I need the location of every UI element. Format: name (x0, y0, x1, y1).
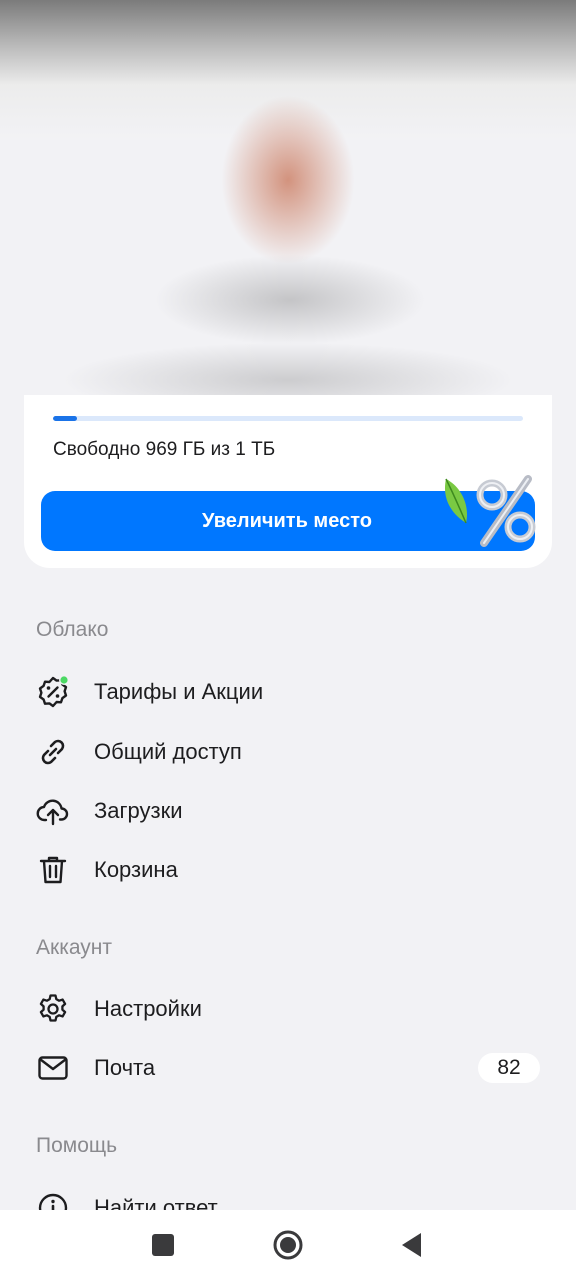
menu-label-tariffs: Тарифы и Акции (94, 679, 264, 704)
menu-item-tariffs[interactable]: Тарифы и Акции (0, 664, 576, 720)
upload-cloud-icon (36, 799, 69, 826)
gear-icon (39, 994, 67, 1022)
link-icon (41, 739, 65, 765)
storage-progress-fill (53, 416, 77, 421)
menu-item-shared-access[interactable]: Общий доступ (0, 724, 576, 780)
section-title-help: Помощь (36, 1134, 118, 1157)
percent-leaf-promo-icon (444, 475, 536, 547)
profile-header-blurred (0, 0, 576, 410)
storage-card: Свободно 969 ГБ из 1 ТБ Увеличить место (24, 395, 552, 568)
menu-label-trash: Корзина (94, 857, 178, 882)
menu-label-uploads: Загрузки (94, 798, 183, 823)
percent-badge-icon (38, 675, 69, 708)
home-icon[interactable] (271, 1228, 305, 1262)
menu-item-trash[interactable]: Корзина (0, 842, 576, 898)
section-title-cloud: Облако (36, 618, 109, 641)
menu-label-shared-access: Общий доступ (94, 739, 242, 764)
mail-unread-badge: 82 (478, 1053, 540, 1083)
menu-label-settings: Настройки (94, 996, 202, 1021)
mail-icon (38, 1056, 68, 1080)
section-title-account: Аккаунт (36, 936, 113, 959)
trash-icon (39, 856, 67, 884)
back-icon[interactable] (395, 1228, 429, 1262)
menu-label-mail: Почта (94, 1055, 156, 1080)
menu-item-uploads[interactable]: Загрузки (0, 783, 576, 839)
storage-progress-bar (53, 416, 523, 421)
system-navigation-bar (0, 1210, 576, 1280)
recent-apps-icon[interactable] (146, 1228, 180, 1262)
storage-free-text: Свободно 969 ГБ из 1 ТБ (53, 439, 276, 460)
menu-item-settings[interactable]: Настройки (0, 981, 576, 1037)
menu-item-mail[interactable]: Почта 82 (0, 1040, 576, 1096)
increase-storage-label: Увеличить место (202, 509, 372, 532)
